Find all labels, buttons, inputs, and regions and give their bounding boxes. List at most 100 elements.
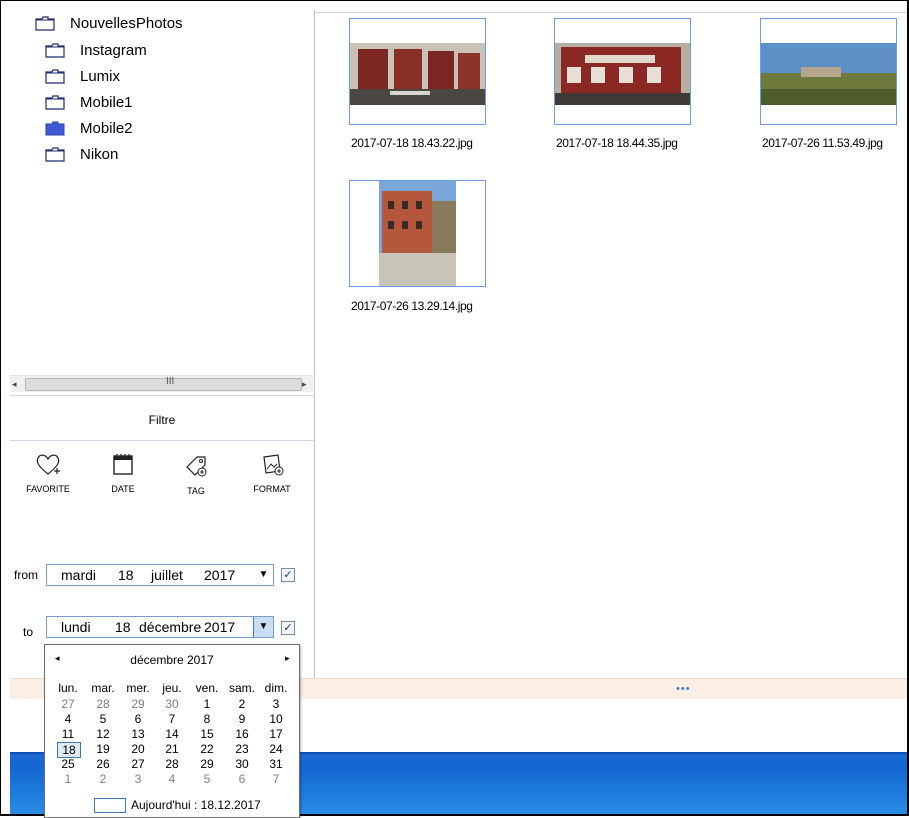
today-marker[interactable]: [94, 798, 126, 813]
date-label: DATE: [111, 484, 135, 494]
calendar-day[interactable]: 20: [121, 742, 155, 756]
calendar-day[interactable]: 29: [190, 757, 224, 771]
calendar-day[interactable]: 27: [51, 697, 85, 711]
from-year: 2017: [204, 567, 236, 583]
pane-splitter[interactable]: [314, 10, 315, 678]
tree-horizontal-scrollbar[interactable]: ◂ III ▸: [10, 375, 313, 392]
calendar-day[interactable]: 24: [259, 742, 293, 756]
calendar-day[interactable]: 27: [121, 757, 155, 771]
calendar-day[interactable]: 7: [155, 712, 189, 726]
format-filter-button[interactable]: FORMAT: [242, 452, 302, 494]
to-month: décembre: [139, 619, 202, 635]
calendar-day[interactable]: 6: [225, 772, 259, 786]
calendar-day[interactable]: 23: [225, 742, 259, 756]
calendar-day[interactable]: 28: [155, 757, 189, 771]
to-date-picker[interactable]: lundi 18 décembre 2017 ▼: [46, 616, 274, 638]
photo-image: [350, 19, 485, 124]
folder-nikon[interactable]: Nikon: [45, 143, 118, 165]
grip-dots[interactable]: •••: [676, 683, 691, 695]
to-enable-checkbox[interactable]: ✓: [281, 621, 295, 635]
weekday-header: lun. mar. mer. jeu. ven. sam. dim.: [51, 681, 297, 695]
chevron-down-icon[interactable]: ▼: [253, 617, 273, 637]
calendar-day[interactable]: 29: [121, 697, 155, 711]
to-weekday: lundi: [61, 619, 91, 635]
calendar-week: 25 26 27 28 29 30 31: [51, 757, 297, 771]
from-weekday: mardi: [61, 567, 97, 583]
from-label: from: [14, 568, 38, 582]
scroll-left-icon[interactable]: ◂: [12, 379, 17, 390]
calendar-day[interactable]: 30: [225, 757, 259, 771]
calendar-month-title[interactable]: décembre 2017: [45, 653, 299, 667]
folder-icon: [45, 42, 65, 58]
calendar-day[interactable]: 13: [121, 727, 155, 741]
weekday-label: ven.: [195, 681, 219, 695]
favorite-filter-button[interactable]: FAVORITE: [18, 452, 78, 494]
folder-open-icon: [45, 121, 65, 136]
photo-image: [761, 19, 896, 124]
calendar-day[interactable]: 2: [86, 772, 120, 786]
calendar-day-selected[interactable]: 18: [57, 742, 81, 758]
chevron-down-icon[interactable]: ▼: [254, 565, 273, 585]
folder-mobile1[interactable]: Mobile1: [45, 91, 133, 113]
calendar-day[interactable]: 3: [121, 772, 155, 786]
folder-instagram[interactable]: Instagram: [45, 39, 147, 61]
from-enable-checkbox[interactable]: ✓: [281, 568, 295, 582]
folder-label: NouvellesPhotos: [70, 14, 183, 32]
weekday-label: lun.: [58, 681, 78, 695]
calendar-day[interactable]: 16: [225, 727, 259, 741]
tag-filter-button[interactable]: TAG: [166, 452, 226, 496]
from-month: juillet: [151, 567, 183, 583]
photo-thumbnail[interactable]: [554, 18, 691, 125]
next-month-icon[interactable]: ▸: [285, 653, 290, 664]
folder-label: Lumix: [80, 67, 121, 85]
folder-mobile2[interactable]: Mobile2: [45, 117, 133, 139]
calendar-day[interactable]: 31: [259, 757, 293, 771]
calendar-day[interactable]: 30: [155, 697, 189, 711]
calendar-day[interactable]: 1: [190, 697, 224, 711]
calendar-day[interactable]: 9: [225, 712, 259, 726]
from-date-picker[interactable]: mardi 18 juillet 2017 ▼: [46, 564, 274, 586]
image-format-icon: [263, 454, 284, 476]
calendar-day[interactable]: 8: [190, 712, 224, 726]
calendar-day[interactable]: 14: [155, 727, 189, 741]
weekday-label: jeu.: [162, 681, 182, 695]
calendar-day[interactable]: 3: [259, 697, 293, 711]
calendar-day[interactable]: 6: [121, 712, 155, 726]
calendar-day[interactable]: 15: [190, 727, 224, 741]
filter-title: Filtre: [148, 413, 176, 427]
folder-lumix[interactable]: Lumix: [45, 65, 120, 87]
photo-caption: 2017-07-26 13.29.14.jpg: [351, 299, 473, 313]
calendar-day[interactable]: 4: [155, 772, 189, 786]
folder-label: Mobile2: [80, 119, 133, 137]
calendar-day[interactable]: 21: [155, 742, 189, 756]
calendar-day[interactable]: 19: [86, 742, 120, 756]
folder-nouvellesphotos[interactable]: NouvellesPhotos: [35, 12, 183, 34]
calendar-day[interactable]: 26: [86, 757, 120, 771]
format-label: FORMAT: [253, 484, 291, 494]
calendar-day[interactable]: 1: [51, 772, 85, 786]
calendar-day[interactable]: 10: [259, 712, 293, 726]
calendar-day[interactable]: 12: [86, 727, 120, 741]
calendar-day[interactable]: 17: [259, 727, 293, 741]
to-day: 18: [115, 619, 131, 635]
calendar-day[interactable]: 22: [190, 742, 224, 756]
tag-label: TAG: [187, 486, 205, 496]
photo-thumbnail[interactable]: [760, 18, 897, 125]
photo-thumbnail[interactable]: [349, 180, 486, 287]
calendar-day[interactable]: 5: [190, 772, 224, 786]
photo-image: [350, 181, 485, 286]
today-link[interactable]: Aujourd'hui : 18.12.2017: [131, 798, 261, 812]
scrollbar-thumb[interactable]: III: [25, 376, 302, 391]
photo-thumbnail[interactable]: [349, 18, 486, 125]
calendar-day[interactable]: 25: [51, 757, 85, 771]
calendar-day[interactable]: 2: [225, 697, 259, 711]
calendar-day[interactable]: 5: [86, 712, 120, 726]
weekday-label: dim.: [264, 681, 288, 695]
calendar-day[interactable]: 7: [259, 772, 293, 786]
calendar-icon: [113, 454, 133, 475]
scroll-right-icon[interactable]: ▸: [302, 379, 307, 390]
date-filter-button[interactable]: DATE: [93, 452, 153, 494]
calendar-day[interactable]: 28: [86, 697, 120, 711]
calendar-day[interactable]: 11: [51, 727, 85, 741]
calendar-day[interactable]: 4: [51, 712, 85, 726]
